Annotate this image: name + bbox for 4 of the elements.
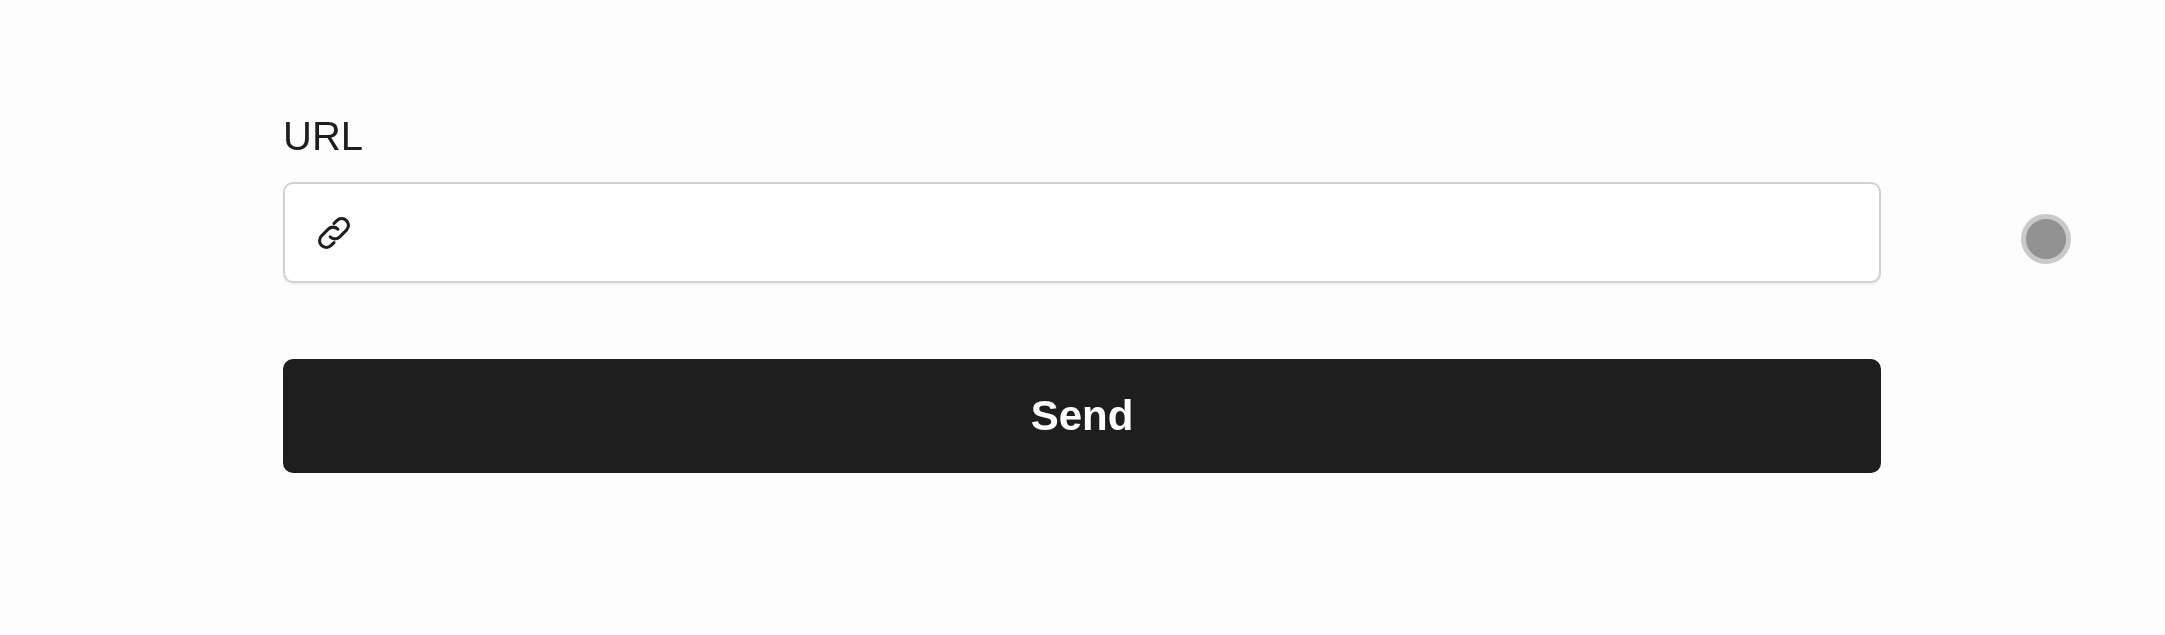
- url-input-field[interactable]: [283, 182, 1881, 283]
- circle-indicator: [2021, 214, 2071, 264]
- field-label: URL: [283, 113, 364, 160]
- send-button[interactable]: Send: [283, 359, 1881, 473]
